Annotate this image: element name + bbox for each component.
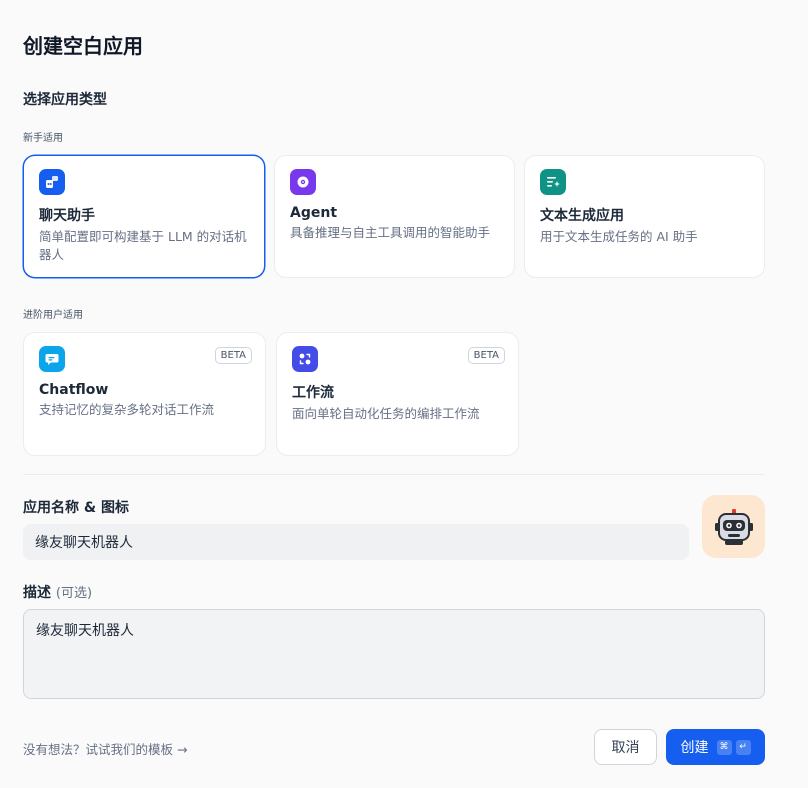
section-title-app-type: 选择应用类型	[23, 92, 107, 108]
card-description: 用于文本生成任务的 AI 助手	[540, 229, 698, 244]
enter-key-hint: ↵	[735, 739, 751, 755]
chatflow-icon	[39, 346, 65, 372]
app-type-card-agent[interactable]: Agent 具备推理与自主工具调用的智能助手	[274, 155, 515, 278]
cancel-button[interactable]: 取消	[594, 729, 657, 765]
divider	[23, 474, 765, 475]
card-name: 文本生成应用	[540, 208, 624, 224]
description-optional-hint: (可选)	[55, 586, 93, 601]
app-type-card-workflow[interactable]: BETA 工作流 面向单轮自动化任务的编排工作流	[276, 332, 519, 456]
card-description: 简单配置即可构建基于 LLM 的对话机器人	[39, 229, 247, 262]
chat-bot-icon	[39, 169, 65, 195]
group-label-beginner: 新手适用	[23, 133, 63, 144]
app-name-input[interactable]: 缘友聊天机器人	[23, 524, 689, 560]
dialog-title: 创建空白应用	[23, 34, 143, 58]
app-icon-picker[interactable]	[702, 495, 765, 558]
try-templates-link[interactable]: 没有想法？试试我们的模板 →	[23, 739, 187, 758]
workflow-icon	[292, 346, 318, 372]
card-name: 工作流	[292, 385, 334, 401]
app-name-value: 缘友聊天机器人	[35, 535, 133, 551]
robot-icon	[714, 508, 753, 545]
card-name: Chatflow	[39, 382, 109, 398]
description-label: 描述 (可选)	[23, 582, 92, 602]
card-description: 具备推理与自主工具调用的智能助手	[290, 225, 491, 240]
card-description: 面向单轮自动化任务的编排工作流	[292, 406, 480, 421]
description-value: 缘友聊天机器人	[36, 623, 134, 639]
cancel-button-label: 取消	[611, 740, 640, 756]
agent-icon	[290, 169, 316, 195]
app-type-card-chatflow[interactable]: BETA Chatflow 支持记忆的复杂多轮对话工作流	[23, 332, 266, 456]
text-generation-icon	[540, 169, 566, 195]
card-name: 聊天助手	[39, 208, 95, 224]
card-name: Agent	[290, 205, 338, 221]
app-name-label: 应用名称 & 图标	[23, 500, 129, 516]
beta-badge: BETA	[467, 347, 505, 364]
beta-badge: BETA	[214, 347, 252, 364]
group-label-advanced: 进阶用户适用	[23, 310, 83, 321]
create-button[interactable]: 创建 ⌘ ↵	[666, 729, 765, 765]
description-label-text: 描述	[23, 585, 51, 601]
description-textarea[interactable]: 缘友聊天机器人	[23, 609, 765, 699]
app-type-card-chat-assistant[interactable]: 聊天助手 简单配置即可构建基于 LLM 的对话机器人	[23, 155, 265, 278]
app-type-card-text-generation[interactable]: 文本生成应用 用于文本生成任务的 AI 助手	[524, 155, 765, 278]
command-key-hint: ⌘	[716, 739, 732, 755]
card-description: 支持记忆的复杂多轮对话工作流	[39, 402, 215, 417]
create-button-label: 创建	[680, 740, 709, 756]
